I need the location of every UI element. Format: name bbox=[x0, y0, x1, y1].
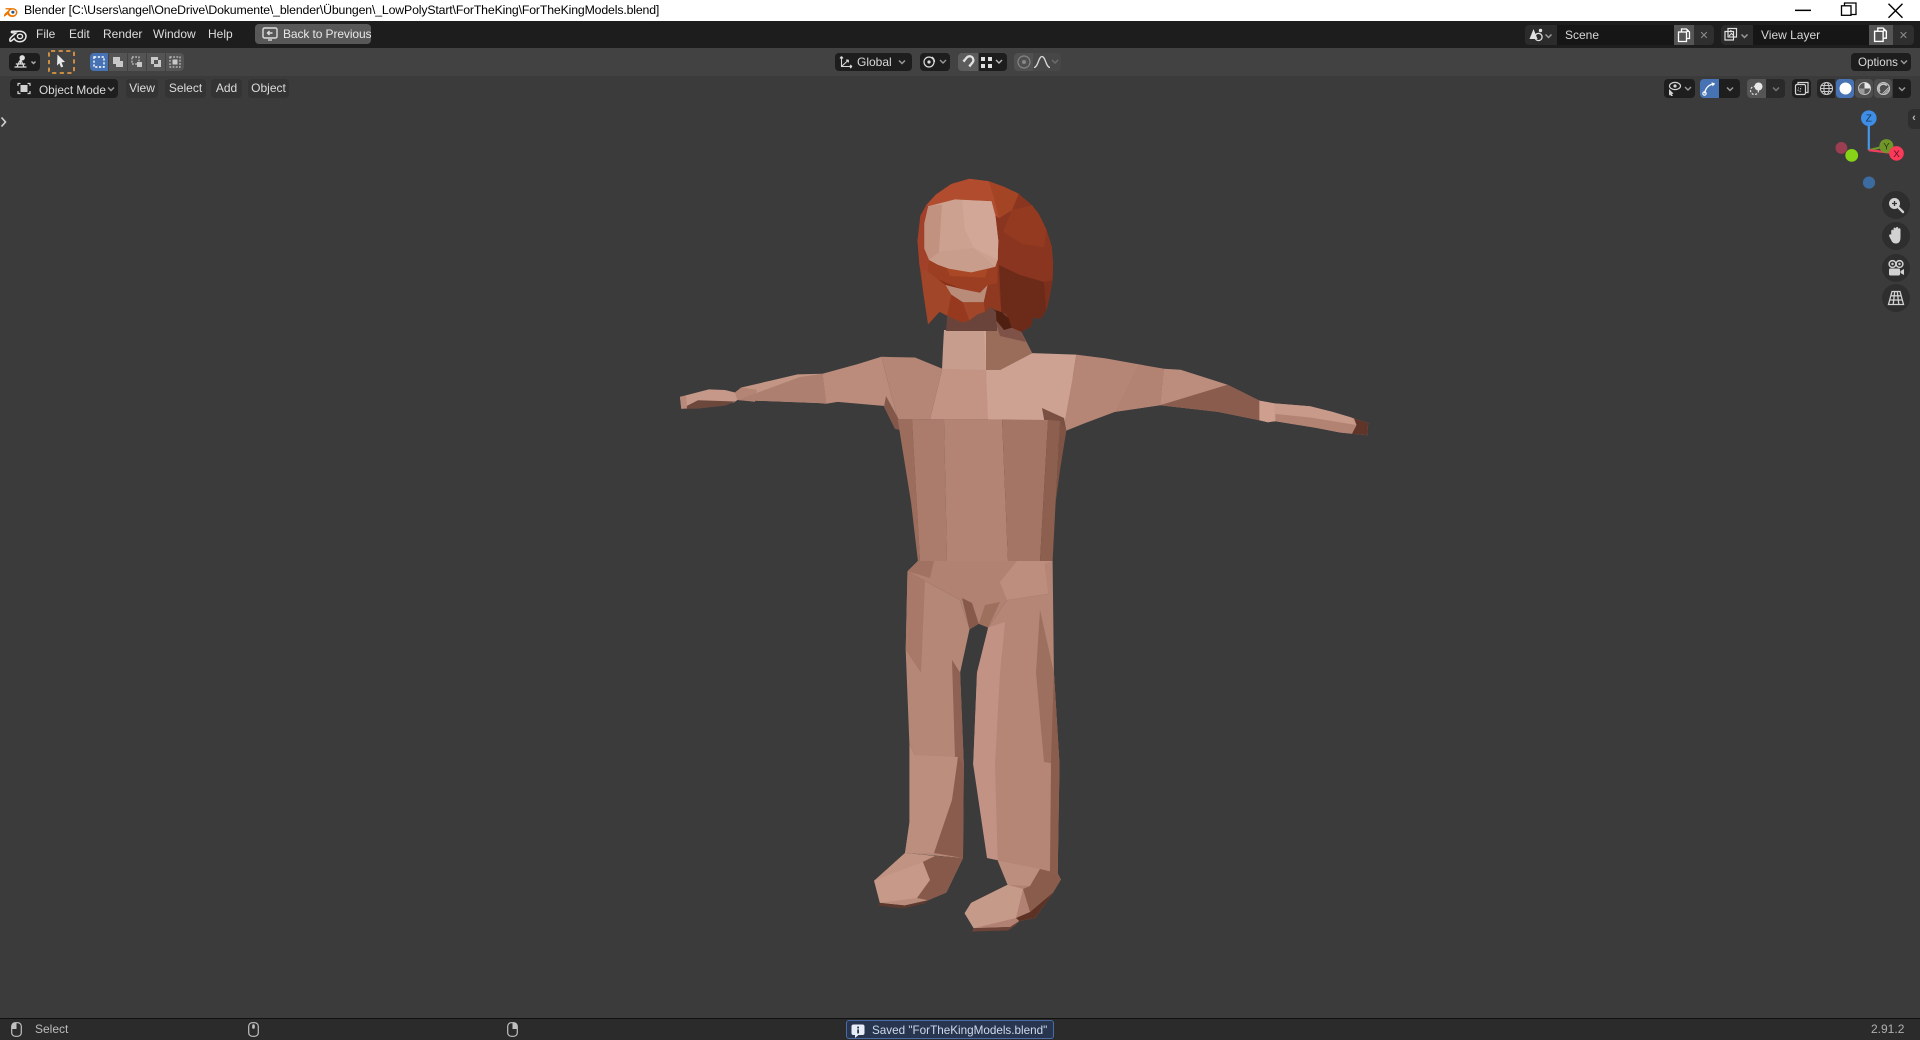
svg-text:X: X bbox=[1893, 149, 1900, 160]
svg-text:Z: Z bbox=[1866, 114, 1872, 125]
svg-text:Y: Y bbox=[1883, 141, 1890, 152]
